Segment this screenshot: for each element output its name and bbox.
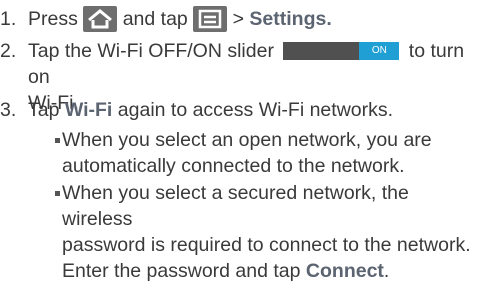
step-2-text-before: Tap the Wi-Fi OFF/ON slider (28, 40, 274, 62)
slider-on-label: ON (359, 42, 400, 60)
settings-label: Settings. (249, 8, 332, 30)
bullet-item: When you select a secured network, the w… (55, 180, 480, 284)
step-1: 1. Press and tap > Settings. (0, 6, 475, 32)
step-3-text-after: again to access Wi-Fi networks. (117, 99, 394, 121)
step-3-text-before: Tap (28, 99, 60, 121)
step-number: 1. (0, 8, 17, 30)
home-icon (83, 6, 118, 32)
wifi-label: Wi-Fi (64, 99, 113, 121)
bullet-1-line1: When you select an open network, you are (62, 129, 432, 151)
wifi-slider: ON (283, 42, 400, 60)
bullet-dot (55, 191, 60, 196)
menu-icon (193, 6, 228, 32)
bullet-2-line3-before: Enter the password and tap (62, 260, 301, 282)
bullet-2-line3-after: . (383, 260, 390, 282)
bullet-2-line1: When you select a secured network, the w… (62, 182, 409, 230)
bullet-item: When you select an open network, you are… (55, 127, 480, 179)
step-1-text-press: Press (28, 8, 78, 30)
connect-label: Connect (305, 260, 384, 282)
step-3: 3. Tap Wi-Fi again to access Wi-Fi netwo… (0, 97, 475, 123)
step-1-arrow: > (232, 8, 244, 30)
step-number: 3. (0, 99, 17, 121)
bullet-dot (55, 138, 60, 143)
step-number: 2. (0, 40, 17, 62)
bullet-1-line2: automatically connected to the network. (62, 155, 405, 177)
bullet-2-line2: password is required to connect to the n… (62, 234, 471, 256)
step-1-text-and-tap: and tap (122, 8, 188, 30)
